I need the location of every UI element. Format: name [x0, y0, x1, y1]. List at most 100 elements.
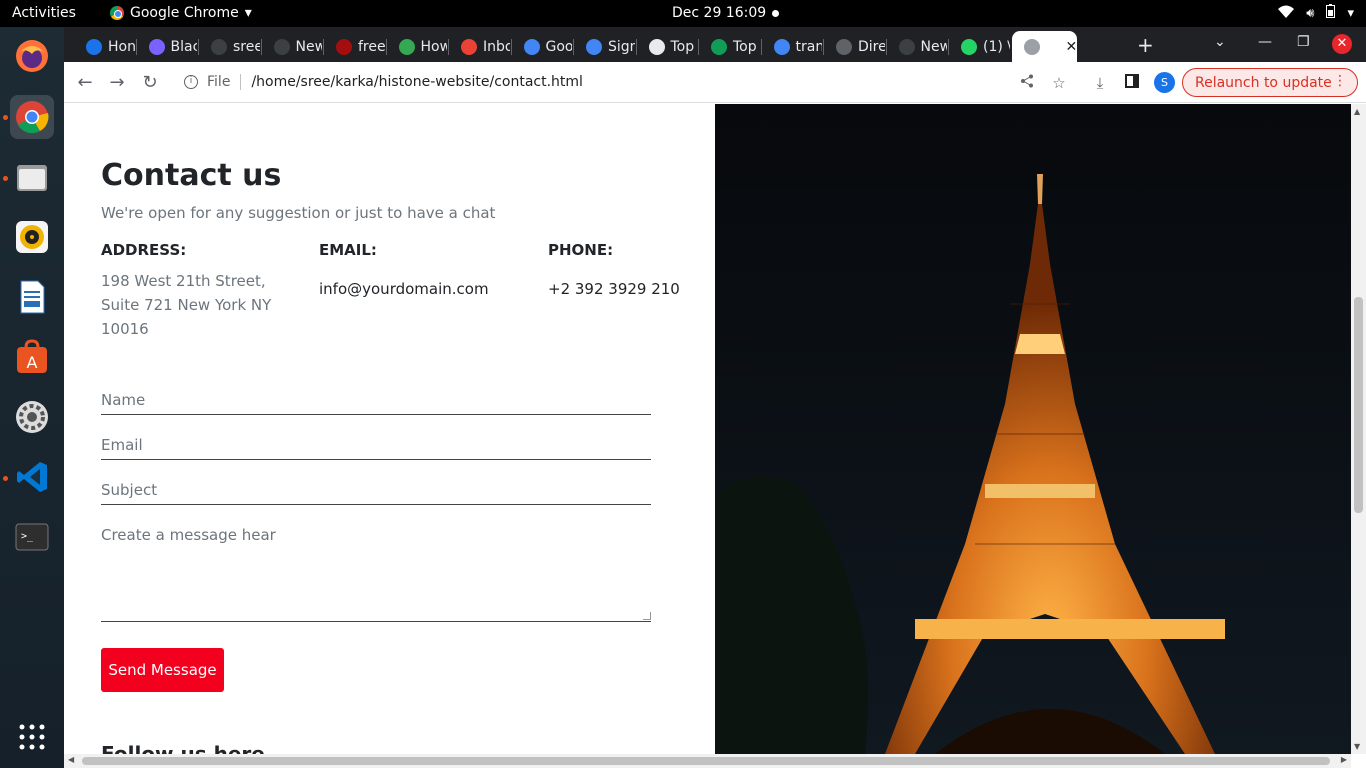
maximize-button[interactable]: ❐ [1297, 34, 1310, 50]
svg-text:A: A [27, 353, 38, 372]
horizontal-scrollbar[interactable]: ◀ ▶ [64, 754, 1351, 768]
dock-vscode[interactable] [10, 455, 54, 499]
name-input[interactable]: Name [101, 387, 651, 415]
email-label: EMAIL: [319, 241, 377, 259]
relaunch-to-update-button[interactable]: Relaunch to update ⋮ [1182, 68, 1358, 97]
relaunch-label: Relaunch to update [1195, 74, 1332, 91]
browser-tab[interactable]: Inbo [449, 31, 510, 62]
battery-icon [1326, 4, 1336, 22]
tab-label: Hon [108, 38, 135, 55]
dock-terminal[interactable]: >_ [10, 515, 54, 559]
info-icon[interactable]: i [184, 75, 198, 89]
dock-settings[interactable] [10, 395, 54, 439]
tab-search-icon[interactable]: ⌄ [1214, 34, 1226, 50]
tab-favicon-icon [1023, 38, 1040, 55]
browser-tab[interactable]: Top [637, 31, 698, 62]
tab-label: Dire [858, 38, 885, 55]
side-panel-icon[interactable] [1122, 73, 1142, 93]
wifi-icon [1278, 5, 1295, 22]
hscrollbar-thumb[interactable] [82, 757, 1330, 765]
dock-writer[interactable] [10, 275, 54, 319]
send-message-button[interactable]: Send Message [101, 648, 224, 692]
hero-image [715, 104, 1351, 754]
browser-tab[interactable]: tran [762, 31, 823, 62]
tab-label: Top [670, 38, 695, 55]
dock-app-grid[interactable] [10, 715, 54, 759]
forward-button[interactable]: → [104, 70, 130, 96]
message-textarea[interactable]: Create a message hear [101, 522, 651, 622]
address-label: ADDRESS: [101, 241, 187, 259]
browser-tab[interactable]: Goo [512, 31, 573, 62]
tab-label: How [420, 38, 448, 55]
contact-section: Contact us We're open for any suggestion… [64, 104, 715, 768]
chevron-down-icon: ▾ [1347, 5, 1354, 21]
browser-tab[interactable]: Dire [824, 31, 885, 62]
url-text[interactable]: /home/sree/karka/histone-website/contact… [251, 74, 583, 90]
vscode-icon [17, 462, 47, 492]
new-tab-button[interactable]: + [1137, 33, 1154, 57]
notification-dot [772, 10, 779, 17]
browser-tab[interactable]: New [887, 31, 947, 62]
browser-tab[interactable]: New [262, 31, 323, 62]
tab-label: Goo [545, 38, 573, 55]
tab-favicon-icon [398, 38, 415, 55]
share-icon[interactable] [1017, 73, 1037, 93]
back-button[interactable]: ← [72, 70, 98, 96]
browser-toolbar: ← → ↻ i File /home/sree/karka/histone-we… [64, 62, 1366, 103]
app-menu-label: Google Chrome [130, 5, 239, 21]
dock-firefox[interactable] [10, 34, 54, 78]
gnome-top-bar: Activities Google Chrome ▾ Dec 29 16:09 … [0, 0, 1366, 27]
browser-tab[interactable]: Blac [137, 31, 197, 62]
dock-files[interactable] [10, 155, 54, 199]
dock-software[interactable]: A [10, 335, 54, 379]
tab-label: New [295, 38, 323, 55]
browser-tab[interactable]: Sign [574, 31, 635, 62]
vertical-scrollbar[interactable]: ▲ ▼ [1351, 104, 1366, 754]
clock[interactable]: Dec 29 16:09 [672, 5, 766, 21]
address-value: 198 West 21th Street, Suite 721 New York… [101, 272, 272, 338]
profile-avatar[interactable]: S [1154, 72, 1175, 93]
tab-favicon-icon [336, 38, 352, 55]
browser-tab[interactable]: (1) \ [949, 31, 1010, 62]
resize-handle[interactable] [643, 612, 651, 620]
scrollbar-thumb[interactable] [1354, 297, 1363, 513]
app-menu[interactable]: Google Chrome ▾ [110, 5, 252, 21]
system-tray[interactable]: 🔊︎ ▾ [1278, 4, 1354, 22]
download-icon[interactable]: ⤓ [1090, 73, 1110, 93]
tab-label: sree [233, 38, 260, 55]
browser-tab[interactable]: sree [199, 31, 260, 62]
minimize-button[interactable]: — [1258, 34, 1272, 50]
tab-strip: + ⌄ — ❐ ✕ Hon Blac sree New free How Inbo Goo Si… [64, 27, 1366, 62]
browser-tab[interactable]: Hon [74, 31, 135, 62]
tab-label: Sign [608, 38, 635, 55]
page-viewport: Contact us We're open for any suggestion… [64, 104, 1366, 768]
tab-favicon-icon [211, 38, 227, 55]
browser-tab[interactable]: ✕ [1011, 31, 1077, 62]
tab-favicon-icon [773, 38, 790, 55]
terminal-icon: >_ [15, 523, 49, 551]
activities-button[interactable]: Activities [12, 5, 76, 21]
subject-input[interactable]: Subject [101, 477, 651, 505]
browser-tab[interactable]: Top [699, 31, 760, 62]
browser-tab[interactable]: How [387, 31, 448, 62]
tab-favicon-icon [86, 38, 102, 55]
reload-button[interactable]: ↻ [137, 70, 163, 96]
tab-favicon-icon [711, 38, 727, 55]
tab-label: Top [733, 38, 757, 55]
browser-tab[interactable]: free [324, 31, 385, 62]
email-input[interactable]: Email [101, 432, 651, 460]
address-bar[interactable]: i File /home/sree/karka/histone-website/… [172, 66, 1076, 98]
dock-rhythmbox[interactable] [10, 215, 54, 259]
dock: A >_ [0, 27, 64, 768]
close-tab-icon[interactable]: ✕ [1066, 39, 1077, 55]
tab-label: (1) \ [983, 38, 1010, 55]
dock-chrome[interactable] [10, 95, 54, 139]
svg-text:>_: >_ [21, 531, 34, 542]
tab-label: tran [795, 38, 823, 55]
close-window-button[interactable]: ✕ [1332, 34, 1352, 54]
tab-favicon-icon [898, 38, 915, 55]
tab-label: free [358, 38, 385, 55]
email-value[interactable]: info@yourdomain.com [319, 277, 489, 301]
phone-value[interactable]: +2 392 3929 210 [548, 277, 680, 301]
bookmark-star-icon[interactable]: ☆ [1049, 73, 1069, 93]
